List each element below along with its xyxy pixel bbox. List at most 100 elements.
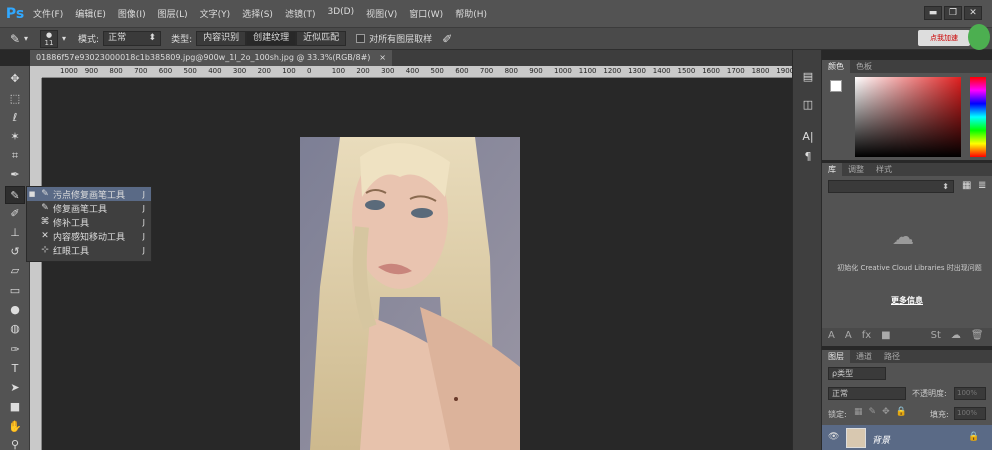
crop-tool-icon[interactable]: ⌗ <box>5 147 25 165</box>
stamp-tool-icon[interactable]: ⊥ <box>5 224 25 242</box>
path-select-tool-icon[interactable]: ➤ <box>5 379 25 397</box>
spot-healing-tool-icon[interactable]: ✎ <box>5 186 25 204</box>
add-fx-icon[interactable]: fx <box>862 330 871 344</box>
ruler-tick-label: 700 <box>134 67 148 75</box>
accelerate-badge[interactable]: 点我加速 <box>918 30 970 46</box>
menu-layer[interactable]: 图层(L) <box>158 7 188 20</box>
eyedropper-tool-icon[interactable]: ✒ <box>5 166 25 184</box>
flyout-item-healing-brush[interactable]: ✎ 修复画笔工具 J <box>27 201 151 215</box>
close-tab-icon[interactable]: × <box>379 50 386 66</box>
stock-icon[interactable]: St <box>931 330 941 344</box>
tab-layers[interactable]: 图层 <box>822 350 850 363</box>
filter-kind: ρ类型 <box>832 369 854 378</box>
history-brush-tool-icon[interactable]: ↺ <box>5 243 25 261</box>
lasso-tool-icon[interactable]: ℓ <box>5 109 25 127</box>
type-option-content-aware[interactable]: 内容识别 <box>196 31 247 46</box>
add-character-style-icon[interactable]: A <box>828 330 835 344</box>
flyout-item-content-aware-move[interactable]: ✕ 内容感知移动工具 J <box>27 229 151 243</box>
menu-file[interactable]: 文件(F) <box>33 7 63 20</box>
flyout-item-red-eye[interactable]: ⊹ 红眼工具 J <box>27 243 151 257</box>
hue-slider[interactable] <box>970 77 986 157</box>
tab-adjustments[interactable]: 调整 <box>842 163 870 176</box>
document-image[interactable] <box>300 137 520 450</box>
dodge-tool-icon[interactable]: ◍ <box>5 320 25 338</box>
menu-bar: Ps 文件(F) 编辑(E) 图像(I) 图层(L) 文字(Y) 选择(S) 滤… <box>0 0 992 28</box>
tab-paths[interactable]: 路径 <box>878 350 906 363</box>
menu-filter[interactable]: 滤镜(T) <box>285 7 316 20</box>
hand-tool-icon[interactable]: ✋ <box>5 418 25 436</box>
lock-position-icon[interactable]: ✥ <box>882 407 890 417</box>
gradient-tool-icon[interactable]: ▭ <box>5 282 25 300</box>
menu-3d[interactable]: 3D(D) <box>327 7 354 20</box>
grid-view-icon[interactable]: ▦ <box>962 180 971 191</box>
list-view-icon[interactable]: ≣ <box>978 180 986 191</box>
ruler-tick-label: 1300 <box>628 67 646 75</box>
blur-tool-icon[interactable]: ● <box>5 301 25 319</box>
tab-styles[interactable]: 样式 <box>870 163 898 176</box>
tab-channels[interactable]: 通道 <box>850 350 878 363</box>
layer-filter-select[interactable]: ρ类型 <box>828 367 886 380</box>
ruler-tick-label: 1800 <box>751 67 770 75</box>
history-panel-icon[interactable]: ▤ <box>799 68 817 86</box>
tab-swatches[interactable]: 色板 <box>850 60 878 73</box>
character-panel-icon[interactable]: A| <box>799 128 817 146</box>
visibility-eye-icon[interactable]: 👁 <box>828 432 839 442</box>
sample-all-checkbox[interactable] <box>356 34 366 43</box>
brush-size-picker[interactable]: ● 11 <box>40 29 59 48</box>
menu-type[interactable]: 文字(Y) <box>200 7 231 20</box>
brush-tool-icon[interactable]: ✐ <box>5 205 25 223</box>
lock-transparency-icon[interactable]: ▦ <box>854 407 863 417</box>
tool-preset-chevron-icon[interactable]: ▾ <box>24 34 28 43</box>
opacity-input[interactable]: 100% <box>954 387 986 400</box>
sync-icon[interactable]: ☁ <box>951 330 961 344</box>
menu-edit[interactable]: 编辑(E) <box>75 7 106 20</box>
flyout-item-patch[interactable]: ⌘ 修补工具 J <box>27 215 151 229</box>
minimize-button[interactable]: ▬ <box>924 6 942 20</box>
shortcut-key: J <box>142 189 145 199</box>
ruler-origin[interactable] <box>30 66 42 78</box>
type-tool-icon[interactable]: T <box>5 360 25 378</box>
pressure-size-icon[interactable]: ✐ <box>442 32 452 46</box>
frog-mascot-icon[interactable] <box>968 24 990 50</box>
type-option-create-texture[interactable]: 创建纹理 <box>246 31 297 46</box>
eraser-tool-icon[interactable]: ▱ <box>5 262 25 280</box>
horizontal-ruler[interactable]: 1000 900 800 700 600 500 400 300 200 100 0 100 200 30… <box>42 66 792 78</box>
layer-row-background[interactable]: 👁 背景 🔒 <box>822 425 992 450</box>
delete-icon[interactable]: 🗑 <box>971 330 984 344</box>
lock-all-icon[interactable]: 🔒 <box>896 407 907 417</box>
mode-select[interactable]: 正常 ⬍ <box>103 31 162 46</box>
more-info-link[interactable]: 更多信息 <box>822 295 992 306</box>
menu-view[interactable]: 视图(V) <box>366 7 397 20</box>
tab-libraries[interactable]: 库 <box>822 163 842 176</box>
menu-window[interactable]: 窗口(W) <box>409 7 443 20</box>
quick-select-tool-icon[interactable]: ✶ <box>5 128 25 146</box>
close-window-button[interactable]: ✕ <box>964 6 982 20</box>
blend-mode-select[interactable]: 正常 <box>828 387 906 400</box>
fill-input[interactable]: 100% <box>954 407 986 420</box>
type-option-proximity-match[interactable]: 近似匹配 <box>296 31 347 46</box>
properties-panel-icon[interactable]: ◫ <box>799 96 817 114</box>
menu-select[interactable]: 选择(S) <box>242 7 273 20</box>
marquee-tool-icon[interactable]: ⬚ <box>5 90 25 108</box>
ruler-tick-label: 600 <box>158 67 173 75</box>
restore-button[interactable]: ❐ <box>944 6 962 20</box>
move-tool-icon[interactable]: ✥ <box>5 70 25 88</box>
shape-tool-icon[interactable]: ■ <box>5 398 25 416</box>
ruler-tick-label: 400 <box>405 67 420 75</box>
library-select[interactable]: ⬍ <box>828 180 954 193</box>
lock-pixels-icon[interactable]: ✎ <box>869 407 877 417</box>
menu-image[interactable]: 图像(I) <box>118 7 146 20</box>
add-graphic-icon[interactable]: ■ <box>881 330 890 344</box>
menu-help[interactable]: 帮助(H) <box>455 7 487 20</box>
document-tab[interactable]: 01886f57e93023000018c1b385809.jpg@900w_1… <box>30 50 392 66</box>
tab-color[interactable]: 颜色 <box>822 60 850 73</box>
foreground-color-swatch[interactable] <box>830 80 842 92</box>
color-field[interactable] <box>855 77 961 157</box>
flyout-item-spot-healing[interactable]: ■ ✎ 污点修复画笔工具 J <box>27 187 151 201</box>
pen-tool-icon[interactable]: ✑ <box>5 341 25 359</box>
paragraph-panel-icon[interactable]: ¶ <box>799 148 817 166</box>
vertical-ruler[interactable] <box>30 78 42 450</box>
zoom-tool-icon[interactable]: ⚲ <box>5 436 25 450</box>
brush-picker-chevron-icon[interactable]: ▾ <box>62 34 66 43</box>
add-paragraph-style-icon[interactable]: A <box>845 330 852 344</box>
